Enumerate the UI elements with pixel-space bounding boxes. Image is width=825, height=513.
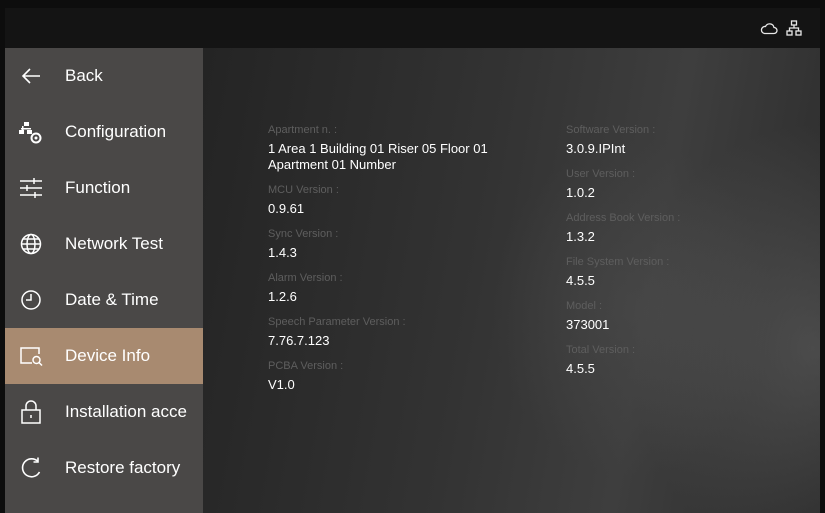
- sync-version-field: Sync Version : 1.4.3: [268, 228, 538, 261]
- field-label: Address Book Version :: [566, 212, 681, 224]
- user-version-field: User Version : 1.0.2: [566, 168, 786, 201]
- function-sliders-icon: [19, 176, 43, 200]
- sidebar-item-date-time[interactable]: Date & Time: [5, 272, 203, 328]
- field-label: Software Version :: [566, 124, 656, 136]
- device-info-icon: [19, 344, 43, 368]
- field-value: 1 Area 1 Building 01 Riser 05 Floor 01 A…: [268, 141, 488, 172]
- field-label: MCU Version :: [268, 184, 339, 196]
- lock-icon: [19, 400, 43, 424]
- globe-icon: [19, 232, 43, 256]
- status-bar: [5, 8, 820, 48]
- field-label: Sync Version :: [268, 228, 339, 240]
- field-value: 0.9.61: [268, 201, 305, 216]
- field-label: User Version :: [566, 168, 636, 180]
- field-label: Speech Parameter Version :: [268, 316, 406, 328]
- back-arrow-icon: [19, 64, 43, 88]
- device-info-left-column: Apartment n. : 1 Area 1 Building 01 Rise…: [268, 124, 538, 404]
- model-field: Model : 373001: [566, 300, 786, 333]
- network-icon: [786, 20, 802, 36]
- field-value: 7.76.7.123: [268, 333, 330, 348]
- settings-sidebar: Back Configuration Function Network Test: [5, 48, 203, 513]
- field-value: 373001: [566, 317, 610, 332]
- mcu-version-field: MCU Version : 0.9.61: [268, 184, 538, 217]
- speech-parameter-version-field: Speech Parameter Version : 7.76.7.123: [268, 316, 538, 349]
- sidebar-item-label: Function: [65, 178, 131, 197]
- sidebar-item-label: Installation acce: [65, 402, 187, 421]
- cloud-icon: [760, 21, 778, 35]
- address-book-version-field: Address Book Version : 1.3.2: [566, 212, 786, 245]
- software-version-field: Software Version : 3.0.9.IPInt: [566, 124, 786, 157]
- sidebar-item-device-info[interactable]: Device Info: [5, 328, 203, 384]
- field-value: V1.0: [268, 377, 295, 392]
- device-info-right-column: Software Version : 3.0.9.IPInt User Vers…: [566, 124, 786, 388]
- sidebar-item-label: Device Info: [65, 346, 151, 365]
- sidebar-item-restore-factory[interactable]: Restore factory: [5, 440, 203, 496]
- field-value: 4.5.5: [566, 273, 595, 288]
- field-label: PCBA Version :: [268, 360, 344, 372]
- configuration-icon: [19, 120, 43, 144]
- field-value: 4.5.5: [566, 361, 595, 376]
- pcba-version-field: PCBA Version : V1.0: [268, 360, 538, 393]
- field-label: File System Version :: [566, 256, 670, 268]
- sidebar-item-configuration[interactable]: Configuration: [5, 104, 203, 160]
- device-screen: Back Configuration Function Network Test: [5, 8, 820, 513]
- field-value: 1.2.6: [268, 289, 297, 304]
- device-info-panel: Apartment n. : 1 Area 1 Building 01 Rise…: [203, 48, 820, 513]
- alarm-version-field: Alarm Version : 1.2.6: [268, 272, 538, 305]
- clock-icon: [19, 288, 43, 312]
- field-label: Alarm Version :: [268, 272, 343, 284]
- field-value: 1.4.3: [268, 245, 297, 260]
- apartment-field: Apartment n. : 1 Area 1 Building 01 Rise…: [268, 124, 538, 173]
- sidebar-item-label: Restore factory: [65, 458, 181, 477]
- sidebar-item-network-test[interactable]: Network Test: [5, 216, 203, 272]
- sidebar-item-label: Back: [65, 66, 103, 85]
- field-label: Total Version :: [566, 344, 636, 356]
- sidebar-item-installation-access[interactable]: Installation acce: [5, 384, 203, 440]
- restore-icon: [19, 456, 43, 480]
- field-label: Model :: [566, 300, 603, 312]
- sidebar-item-label: Date & Time: [65, 290, 159, 309]
- file-system-version-field: File System Version : 4.5.5: [566, 256, 786, 289]
- field-value: 1.3.2: [566, 229, 595, 244]
- field-value: 3.0.9.IPInt: [566, 141, 626, 156]
- sidebar-item-label: Network Test: [65, 234, 163, 253]
- field-label: Apartment n. :: [268, 124, 338, 136]
- total-version-field: Total Version : 4.5.5: [566, 344, 786, 377]
- sidebar-item-function[interactable]: Function: [5, 160, 203, 216]
- sidebar-item-back[interactable]: Back: [5, 48, 203, 104]
- field-value: 1.0.2: [566, 185, 595, 200]
- sidebar-item-label: Configuration: [65, 122, 167, 141]
